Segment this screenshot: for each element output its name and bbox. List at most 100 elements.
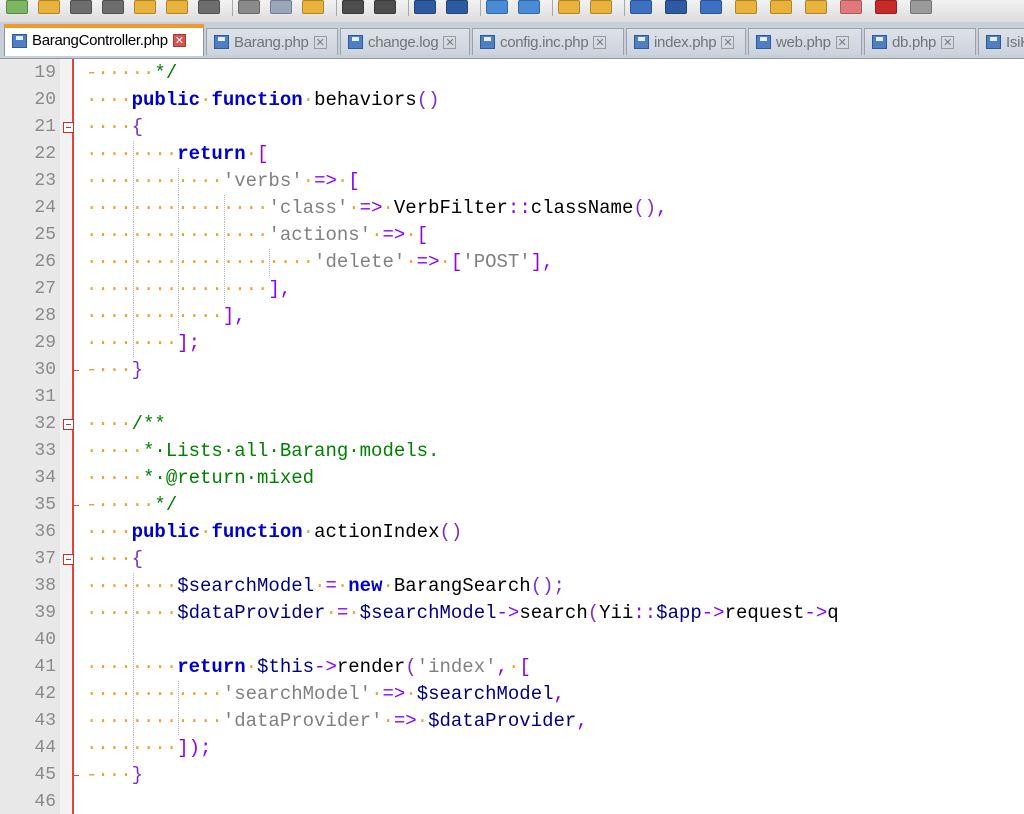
toolbar-separator <box>480 0 481 16</box>
line-number: 26 <box>34 252 56 272</box>
tab-isike[interactable]: IsiKe <box>978 28 1024 55</box>
close-all-icon[interactable] <box>166 0 188 14</box>
token-str: 'actions' <box>268 224 372 246</box>
token-ws: ···· <box>86 521 132 543</box>
line-number: 24 <box>34 198 56 218</box>
find-icon[interactable] <box>414 0 436 14</box>
all-chars-icon[interactable] <box>665 0 687 14</box>
tab-barangcontroller-php[interactable]: BarangController.php ✕ <box>4 24 204 56</box>
tab-change-log[interactable]: change.log ✕ <box>340 28 470 55</box>
stop-macro-icon[interactable] <box>910 0 932 14</box>
doc-map-icon[interactable] <box>770 0 792 14</box>
token-ws: ···· <box>86 413 132 435</box>
code-line[interactable]: ····{ <box>86 114 143 141</box>
token-op: => <box>314 170 337 192</box>
token-ws: ············ <box>86 710 223 732</box>
record-macro-icon[interactable] <box>875 0 897 14</box>
code-line[interactable]: ········$dataProvider·=·$searchModel->se… <box>86 600 839 627</box>
func-list-icon[interactable] <box>805 0 827 14</box>
word-wrap-icon[interactable] <box>630 0 652 14</box>
zoom-in-icon[interactable] <box>486 0 508 14</box>
tab-index-php[interactable]: index.php ✕ <box>626 28 746 55</box>
token-ws: · <box>245 143 258 165</box>
line-number: 43 <box>34 711 56 731</box>
lang-icon[interactable] <box>735 0 757 14</box>
code-line[interactable]: ············'dataProvider'·=>·$dataProvi… <box>86 708 588 735</box>
token-fn: actionIndex <box>314 521 440 543</box>
tab-close-icon[interactable]: ✕ <box>443 35 457 49</box>
copy-icon[interactable] <box>270 0 292 14</box>
open-folder-icon[interactable] <box>38 0 60 14</box>
tab-close-icon[interactable]: ✕ <box>313 35 327 49</box>
code-line[interactable]: ·····*·@return·mixed <box>86 465 314 492</box>
zoom-out-icon[interactable] <box>518 0 540 14</box>
code-line[interactable]: ········]; <box>86 330 200 357</box>
tab-barang-php[interactable]: Barang.php ✕ <box>206 28 338 55</box>
code-line[interactable]: -·····*/ <box>86 60 177 87</box>
token-id: request <box>724 602 805 624</box>
line-number: 22 <box>34 144 56 164</box>
tab-label: db.php <box>892 33 937 51</box>
monitor-icon[interactable] <box>840 0 862 14</box>
redo-icon[interactable] <box>374 0 396 14</box>
code-line[interactable]: -···} <box>86 762 143 789</box>
code-line[interactable]: ····public·function·behaviors() <box>86 87 440 114</box>
tab-close-icon[interactable]: ✕ <box>835 35 849 49</box>
fold-end-marker <box>72 505 79 506</box>
token-var: $searchModel <box>359 602 497 624</box>
token-op: => <box>393 710 417 732</box>
tab-db-php[interactable]: db.php ✕ <box>864 28 976 55</box>
code-line[interactable]: ········$searchModel·=·new·BarangSearch(… <box>86 573 565 600</box>
code-line[interactable]: ················], <box>86 276 291 303</box>
tab-close-icon[interactable]: ✕ <box>941 35 955 49</box>
fold-margin[interactable] <box>60 59 72 814</box>
code-line[interactable]: ········]); <box>86 735 211 762</box>
code-line[interactable]: ····················'delete'·=>·['POST']… <box>86 249 554 276</box>
fold-end-marker <box>72 370 79 371</box>
fold-collapse-icon[interactable] <box>63 419 74 430</box>
code-line[interactable]: -···} <box>86 357 143 384</box>
tab-close-icon[interactable]: ✕ <box>172 34 186 47</box>
code-line[interactable]: ········return·[ <box>86 141 268 168</box>
code-editor[interactable]: 19 20 21 22 23 24 25 26 27 28 29 30 31 32 33 34 35 36 37 38… <box>0 59 1024 814</box>
code-line[interactable]: ············], <box>86 303 246 330</box>
undo-icon[interactable] <box>342 0 364 14</box>
paste-icon[interactable] <box>302 0 324 14</box>
save-all-icon[interactable] <box>102 0 124 14</box>
indent-guide <box>178 222 180 249</box>
indent-guide-icon[interactable] <box>700 0 722 14</box>
code-line[interactable]: ················'actions'·=>·[ <box>86 222 428 249</box>
fold-collapse-icon[interactable] <box>63 554 74 565</box>
save-icon[interactable] <box>70 0 92 14</box>
code-line[interactable]: ············'verbs'·=>·[ <box>86 168 360 195</box>
token-op: , <box>656 197 668 219</box>
tab-close-icon[interactable]: ✕ <box>721 35 735 49</box>
sync-h-icon[interactable] <box>590 0 612 14</box>
token-cm: *·@return·mixed <box>143 467 315 489</box>
token-op: :: <box>633 602 657 624</box>
fold-collapse-icon[interactable] <box>63 122 74 133</box>
line-number: 19 <box>34 63 56 83</box>
print-icon[interactable] <box>198 0 220 14</box>
code-line[interactable]: ········return·$this->render('index',·[ <box>86 654 531 681</box>
replace-icon[interactable] <box>446 0 468 14</box>
code-line[interactable]: ·····*·Lists·all·Barang·models. <box>86 438 439 465</box>
toolbar-separator <box>336 0 337 16</box>
code-line[interactable]: ····{ <box>86 546 143 573</box>
close-icon[interactable] <box>134 0 156 14</box>
code-line[interactable]: -·····*/ <box>86 492 177 519</box>
code-line[interactable]: ····public·function·actionIndex() <box>86 519 462 546</box>
token-ws: · <box>314 575 326 597</box>
token-ws: ············ <box>86 170 223 192</box>
token-ws: · <box>200 521 212 543</box>
tab-close-icon[interactable]: ✕ <box>593 35 607 49</box>
tab-config-inc-php[interactable]: config.inc.php ✕ <box>472 28 624 55</box>
indent-guide <box>132 168 134 195</box>
tab-web-php[interactable]: web.php ✕ <box>748 28 862 55</box>
code-line[interactable]: ············'searchModel'·=>·$searchMode… <box>86 681 565 708</box>
new-file-icon[interactable] <box>6 0 28 14</box>
cut-icon[interactable] <box>238 0 260 14</box>
sync-v-icon[interactable] <box>558 0 580 14</box>
code-line[interactable]: ····/** <box>86 411 166 438</box>
code-line[interactable]: ················'class'·=>·VerbFilter::c… <box>86 195 668 222</box>
